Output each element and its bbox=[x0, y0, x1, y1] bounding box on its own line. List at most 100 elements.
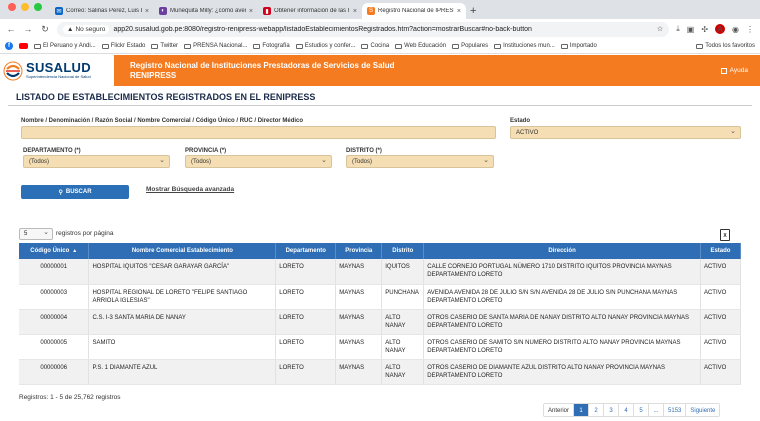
url-text[interactable]: app20.susalud.gob.pe:8080/registro-renip… bbox=[113, 26, 652, 33]
page-size-label: registros por página bbox=[56, 230, 114, 237]
buscar-button[interactable]: ⚲ BUSCAR bbox=[21, 185, 129, 199]
search-icon: ⚲ bbox=[58, 189, 63, 196]
pagination-page[interactable]: 5 bbox=[634, 404, 650, 416]
maximize-window-button[interactable] bbox=[34, 3, 42, 11]
estado-select[interactable]: ACTIVO bbox=[510, 126, 741, 139]
browser-toolbar: ← → ↻ ▲ No seguro app20.susalud.gob.pe:8… bbox=[0, 19, 760, 39]
site-favicon-icon: ◐ bbox=[159, 7, 167, 15]
minimize-window-button[interactable] bbox=[21, 3, 29, 11]
browser-tab[interactable]: ✉ Correo: Salinas Perez, Luis E... × bbox=[50, 3, 154, 19]
bookmark-folder[interactable]: Instituciones mun... bbox=[494, 43, 555, 49]
column-header[interactable]: Nombre Comercial Establecimiento bbox=[88, 243, 277, 259]
folder-icon bbox=[151, 43, 159, 49]
browser-tab-active[interactable]: S Registro Nacional de IPRESS × bbox=[362, 3, 466, 19]
acrobat-extension-icon[interactable]: A bbox=[715, 24, 726, 34]
bookmark-folder[interactable]: Importado bbox=[560, 43, 597, 49]
distrito-label: DISTRITO (*) bbox=[346, 148, 382, 154]
bookmark-folder[interactable]: Fotografía bbox=[253, 43, 290, 49]
bookmark-folder[interactable]: Populares bbox=[452, 43, 488, 49]
address-bar[interactable]: ▲ No seguro app20.susalud.gob.pe:8080/re… bbox=[57, 21, 670, 37]
column-header[interactable]: Código Único ▲ bbox=[19, 243, 90, 259]
pagination-page[interactable]: 3 bbox=[604, 404, 620, 416]
bookmark-star-icon[interactable]: ☆ bbox=[657, 25, 663, 33]
folder-icon bbox=[184, 43, 192, 49]
pagination-ellipsis: ... bbox=[649, 404, 665, 416]
tab-title: Registro Nacional de IPRESS bbox=[378, 8, 454, 14]
folder-icon bbox=[494, 43, 502, 49]
bookmark-folder[interactable]: Cocina bbox=[361, 43, 389, 49]
advanced-search-link[interactable]: Mostrar Búsqueda avanzada bbox=[146, 186, 234, 193]
all-bookmarks-folder[interactable]: Todos los favoritos bbox=[696, 43, 755, 49]
warning-icon: ▲ bbox=[67, 25, 74, 33]
pagination-prev[interactable]: Anterior bbox=[544, 404, 575, 416]
page-size-select[interactable]: 5 bbox=[19, 228, 53, 240]
bookmark-folder[interactable]: El Peruano y Andi... bbox=[34, 43, 96, 49]
close-tab-icon[interactable]: × bbox=[249, 8, 253, 15]
cell-direccion: OTROS CASERIO DE SAMITO S/N NUMERO DISTR… bbox=[423, 334, 701, 360]
bookmark-folder[interactable]: Twitter bbox=[151, 43, 178, 49]
facebook-icon[interactable]: f bbox=[5, 42, 13, 50]
cell-codigo: 00000006 bbox=[19, 359, 90, 385]
close-tab-icon[interactable]: × bbox=[353, 8, 357, 15]
back-arrow-icon[interactable]: ← bbox=[6, 24, 16, 34]
puzzle-icon[interactable]: ✣ bbox=[701, 25, 708, 34]
table-row[interactable]: 00000004 C.S. I-3 SANTA MARIA DE NANAY L… bbox=[19, 309, 742, 335]
forward-arrow-icon[interactable]: → bbox=[23, 24, 33, 34]
table-row[interactable]: 00000003 HOSPITAL REGIONAL DE LORETO "FE… bbox=[19, 284, 742, 310]
tab-title: Muñequita Milly: ¿cómo aver... bbox=[170, 8, 246, 14]
departamento-select[interactable]: (Todos) bbox=[23, 155, 170, 168]
table-row[interactable]: 00000005 SAMITO LORETO MAYNAS ALTO NANAY… bbox=[19, 334, 742, 360]
excel-export-icon[interactable]: X bbox=[720, 229, 730, 241]
table-row[interactable]: 00000006 P.S. 1 DIAMANTE AZUL LORETO MAY… bbox=[19, 359, 742, 385]
browser-tab[interactable]: ◐ Muñequita Milly: ¿cómo aver... × bbox=[154, 3, 258, 19]
header-subtitle: RENIPRESS bbox=[130, 70, 177, 80]
security-indicator[interactable]: ▲ No seguro bbox=[63, 24, 110, 34]
susalud-logo-icon bbox=[3, 61, 23, 80]
column-header[interactable]: Estado bbox=[700, 243, 742, 259]
pagination-page-last[interactable]: 5153 bbox=[664, 404, 687, 416]
table-row[interactable]: 00000001 HOSPITAL IQUITOS "CESAR GARAYAR… bbox=[19, 259, 742, 285]
cell-departamento: LORETO bbox=[275, 309, 337, 335]
search-label: Nombre / Denominación / Razón Social / N… bbox=[21, 118, 304, 124]
menu-kebab-icon[interactable]: ⋮ bbox=[746, 25, 754, 34]
distrito-select[interactable]: (Todos) bbox=[346, 155, 494, 168]
extension-icon[interactable]: ▣ bbox=[687, 25, 695, 34]
pagination-page[interactable]: 2 bbox=[589, 404, 605, 416]
folder-icon bbox=[295, 43, 303, 49]
cell-nombre: C.S. I-3 SANTA MARIA DE NANAY bbox=[88, 309, 277, 335]
youtube-icon[interactable] bbox=[19, 43, 28, 49]
column-header[interactable]: Distrito bbox=[381, 243, 425, 259]
browser-tab[interactable]: ▮ Obtener información de las I... × bbox=[258, 3, 362, 19]
search-input[interactable] bbox=[21, 126, 496, 139]
bookmark-folder[interactable]: Estudios y confer... bbox=[295, 43, 355, 49]
cell-codigo: 00000004 bbox=[19, 309, 90, 335]
provincia-select[interactable]: (Todos) bbox=[185, 155, 332, 168]
folder-icon bbox=[101, 43, 109, 49]
column-header[interactable]: Dirección bbox=[423, 243, 701, 259]
folder-icon bbox=[395, 43, 403, 49]
close-window-button[interactable] bbox=[8, 3, 16, 11]
new-tab-button[interactable]: + bbox=[466, 5, 482, 19]
column-header[interactable]: Provincia bbox=[335, 243, 383, 259]
pagination-page[interactable]: 4 bbox=[619, 404, 635, 416]
folder-icon bbox=[34, 43, 41, 49]
bookmark-folder[interactable]: PRENSA Nacional... bbox=[184, 43, 247, 49]
reload-icon[interactable]: ↻ bbox=[40, 24, 50, 35]
close-tab-icon[interactable]: × bbox=[145, 8, 149, 15]
toolbar-extensions: ⤓ ▣ ✣ A ◉ ⋮ bbox=[676, 24, 754, 34]
cell-distrito: ALTO NANAY bbox=[381, 309, 425, 335]
results-table: Código Único ▲ Nombre Comercial Estableci… bbox=[19, 243, 742, 385]
bookmark-folder[interactable]: Web Educación bbox=[395, 43, 446, 49]
download-icon[interactable]: ⤓ bbox=[676, 24, 680, 34]
pagination-page-current[interactable]: 1 bbox=[574, 404, 590, 416]
close-tab-icon[interactable]: × bbox=[457, 8, 461, 15]
susalud-logo[interactable]: SUSALUD Superintendencia Nacional de Sal… bbox=[0, 55, 114, 86]
window-controls bbox=[0, 0, 50, 19]
profile-icon[interactable]: ◉ bbox=[732, 25, 739, 34]
folder-icon bbox=[696, 43, 704, 49]
pagination-next[interactable]: Siguiente bbox=[686, 404, 720, 416]
help-link[interactable]: Ayuda bbox=[720, 67, 748, 74]
column-header[interactable]: Departamento bbox=[275, 243, 337, 259]
header-title: Registro Nacional de Instituciones Prest… bbox=[130, 60, 395, 70]
bookmark-folder[interactable]: Flickr Estado bbox=[101, 43, 145, 49]
